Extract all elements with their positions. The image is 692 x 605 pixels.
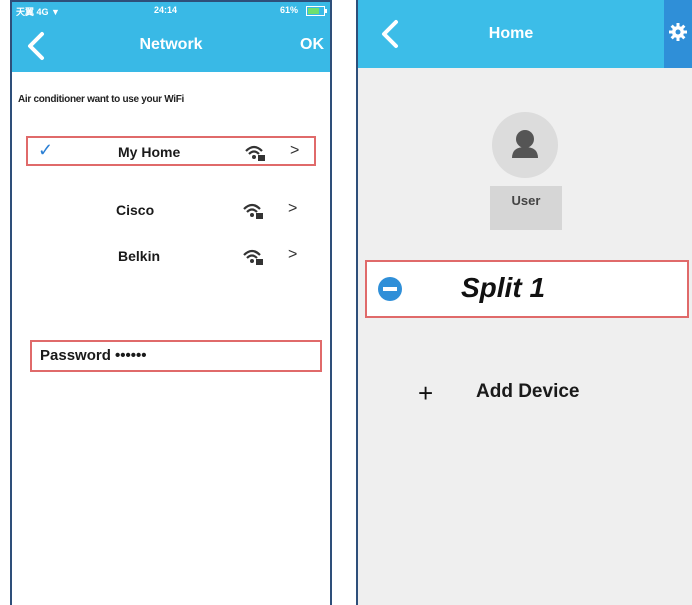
- avatar[interactable]: [492, 112, 558, 178]
- home-header: Home: [358, 0, 692, 68]
- status-time: 24:14: [154, 5, 178, 15]
- wifi-network-name: My Home: [118, 144, 181, 160]
- network-screen: 天翼 4G ▼ 24:14 61% Network OK Air conditi…: [10, 0, 332, 605]
- wifi-network-belkin[interactable]: Belkin >: [26, 242, 316, 272]
- password-value: ••••••: [115, 347, 147, 364]
- user-label: User: [490, 186, 562, 230]
- device-name: Split 1: [461, 272, 546, 303]
- chevron-right-icon: >: [290, 142, 300, 159]
- wifi-network-name: Cisco: [116, 202, 155, 218]
- battery-level: 61%: [280, 5, 299, 15]
- gear-icon: [669, 23, 687, 41]
- add-device-label: Add Device: [476, 381, 580, 402]
- wifi-network-name: Belkin: [118, 248, 161, 264]
- settings-button[interactable]: [664, 0, 692, 68]
- wifi-locked-icon: [245, 145, 265, 161]
- chevron-right-icon: >: [288, 200, 298, 217]
- page-title: Network: [139, 36, 203, 53]
- wifi-network-my-home[interactable]: ✓ My Home >: [26, 136, 316, 166]
- page-title: Home: [488, 25, 534, 42]
- home-screen: Home User Split 1 + Add Device: [356, 0, 692, 605]
- password-field[interactable]: Password ••••••: [30, 340, 322, 372]
- wifi-locked-icon: [243, 203, 263, 219]
- status-bar: 天翼 4G ▼ 24:14 61%: [12, 2, 330, 20]
- chevron-right-icon: >: [288, 246, 298, 263]
- ok-button[interactable]: OK: [300, 36, 324, 54]
- battery-icon: [306, 6, 327, 16]
- wifi-locked-icon: [243, 249, 263, 265]
- wifi-prompt: Air conditioner want to use your WiFi: [18, 94, 185, 105]
- network-header: Network OK: [12, 20, 330, 72]
- device-row-split-1[interactable]: Split 1: [365, 260, 689, 318]
- user-silhouette-icon: [512, 130, 538, 158]
- password-label: Password: [40, 347, 111, 364]
- remove-device-icon[interactable]: [377, 276, 403, 302]
- plus-icon: +: [418, 378, 434, 408]
- wifi-network-cisco[interactable]: Cisco >: [26, 196, 316, 226]
- carrier-label: 天翼 4G ▼: [16, 7, 60, 17]
- checkmark-icon: ✓: [38, 140, 54, 160]
